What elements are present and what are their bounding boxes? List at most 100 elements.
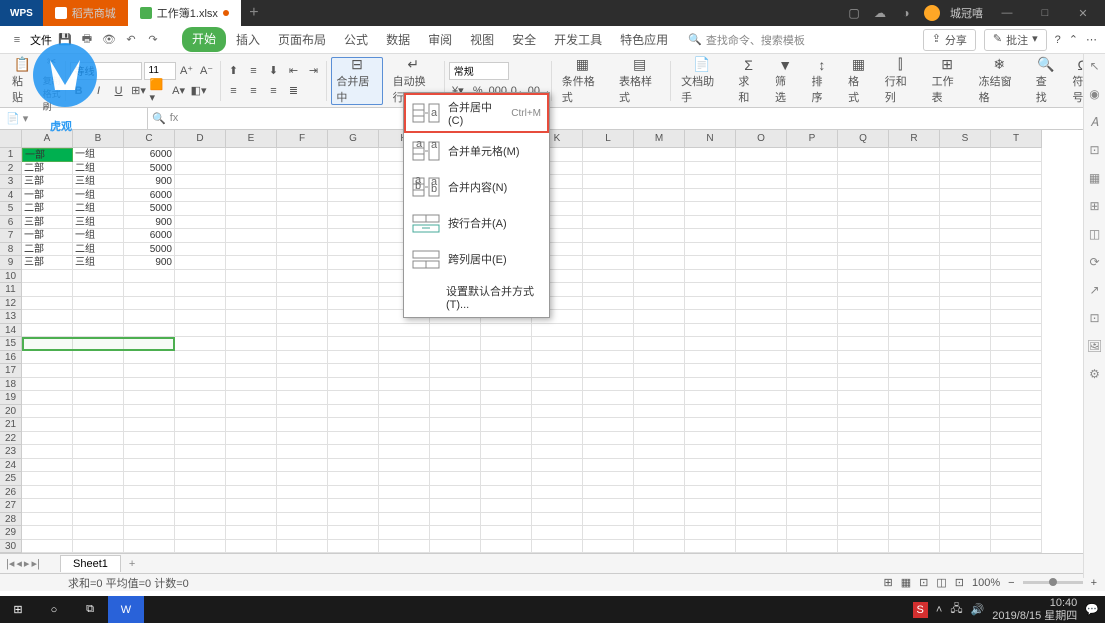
- cell[interactable]: [991, 540, 1042, 554]
- fx-icon[interactable]: 🔍: [152, 112, 166, 125]
- cell[interactable]: [175, 459, 226, 473]
- cell[interactable]: [481, 405, 532, 419]
- cell[interactable]: [430, 364, 481, 378]
- cell[interactable]: [634, 202, 685, 216]
- filter-button[interactable]: ▼筛选: [769, 57, 802, 105]
- cell[interactable]: 二部: [22, 162, 73, 176]
- cell[interactable]: [175, 310, 226, 324]
- cell[interactable]: [226, 378, 277, 392]
- cell[interactable]: [226, 486, 277, 500]
- cell[interactable]: [940, 175, 991, 189]
- cell[interactable]: [481, 378, 532, 392]
- cell[interactable]: [73, 378, 124, 392]
- cell[interactable]: [991, 472, 1042, 486]
- cell[interactable]: [889, 337, 940, 351]
- cell[interactable]: [889, 364, 940, 378]
- cell[interactable]: [328, 432, 379, 446]
- cell[interactable]: [838, 486, 889, 500]
- cell[interactable]: [889, 405, 940, 419]
- cell[interactable]: 6000: [124, 189, 175, 203]
- sheet-prev[interactable]: ◂: [16, 557, 22, 570]
- cell[interactable]: [277, 229, 328, 243]
- cell[interactable]: [175, 189, 226, 203]
- cell[interactable]: [328, 189, 379, 203]
- cell[interactable]: 三部: [22, 256, 73, 270]
- cell[interactable]: [889, 270, 940, 284]
- cell[interactable]: [532, 526, 583, 540]
- network-icon[interactable]: 🖧: [950, 600, 962, 619]
- panel-icon-3[interactable]: ⊡: [1087, 142, 1103, 158]
- merge-cells-item[interactable]: aa 合并单元格(M): [404, 133, 549, 169]
- cell[interactable]: [277, 297, 328, 311]
- cell[interactable]: [940, 445, 991, 459]
- cell[interactable]: [940, 364, 991, 378]
- cell[interactable]: [940, 148, 991, 162]
- cell[interactable]: [73, 432, 124, 446]
- row-header-15[interactable]: 15: [0, 337, 22, 351]
- cell[interactable]: [73, 391, 124, 405]
- cell[interactable]: [940, 459, 991, 473]
- view-break[interactable]: ⊡: [919, 576, 928, 589]
- cell[interactable]: [481, 526, 532, 540]
- cell[interactable]: [379, 540, 430, 554]
- cell[interactable]: [634, 297, 685, 311]
- cell[interactable]: [481, 364, 532, 378]
- cell[interactable]: [736, 405, 787, 419]
- cell[interactable]: [583, 378, 634, 392]
- cell[interactable]: [685, 283, 736, 297]
- cell[interactable]: 一组: [73, 189, 124, 203]
- cell[interactable]: [787, 229, 838, 243]
- cell[interactable]: [481, 459, 532, 473]
- cell[interactable]: [226, 189, 277, 203]
- cell[interactable]: [634, 459, 685, 473]
- panel-icon-8[interactable]: ↗: [1087, 282, 1103, 298]
- col-header-P[interactable]: P: [787, 130, 838, 148]
- cell[interactable]: [22, 418, 73, 432]
- cell[interactable]: [940, 337, 991, 351]
- cell[interactable]: [889, 526, 940, 540]
- cell[interactable]: [124, 391, 175, 405]
- cell[interactable]: [787, 310, 838, 324]
- notification-icon[interactable]: 💬: [1085, 603, 1099, 616]
- cell[interactable]: [175, 486, 226, 500]
- cell[interactable]: 二部: [22, 243, 73, 257]
- cell[interactable]: [277, 459, 328, 473]
- number-format[interactable]: 常规: [449, 62, 509, 80]
- cell[interactable]: [124, 472, 175, 486]
- col-header-Q[interactable]: Q: [838, 130, 889, 148]
- cell[interactable]: [73, 513, 124, 527]
- close-button[interactable]: ✕: [1069, 7, 1097, 20]
- cell[interactable]: [73, 297, 124, 311]
- cell[interactable]: [736, 283, 787, 297]
- cell[interactable]: [175, 351, 226, 365]
- col-header-C[interactable]: C: [124, 130, 175, 148]
- cell[interactable]: [634, 337, 685, 351]
- cell[interactable]: [889, 513, 940, 527]
- cell[interactable]: [481, 540, 532, 554]
- default-merge-item[interactable]: 设置默认合并方式(T)...: [404, 277, 549, 317]
- cell[interactable]: [736, 148, 787, 162]
- cell[interactable]: [226, 405, 277, 419]
- cell[interactable]: [787, 175, 838, 189]
- cell[interactable]: [889, 216, 940, 230]
- cell[interactable]: [22, 310, 73, 324]
- cell[interactable]: [685, 540, 736, 554]
- cell[interactable]: [583, 297, 634, 311]
- cell[interactable]: [583, 243, 634, 257]
- cell[interactable]: [889, 229, 940, 243]
- cond-format[interactable]: ▦条件格式: [556, 57, 609, 105]
- cell[interactable]: [736, 243, 787, 257]
- cell[interactable]: [328, 216, 379, 230]
- cell[interactable]: 5000: [124, 243, 175, 257]
- cell[interactable]: [532, 378, 583, 392]
- font-color[interactable]: A▾: [170, 82, 188, 100]
- cell[interactable]: [379, 324, 430, 338]
- cell[interactable]: [940, 432, 991, 446]
- cell[interactable]: [277, 405, 328, 419]
- col-header-L[interactable]: L: [583, 130, 634, 148]
- cell[interactable]: [277, 486, 328, 500]
- cell[interactable]: [787, 297, 838, 311]
- cell[interactable]: [583, 499, 634, 513]
- cell[interactable]: [430, 499, 481, 513]
- cell[interactable]: [124, 378, 175, 392]
